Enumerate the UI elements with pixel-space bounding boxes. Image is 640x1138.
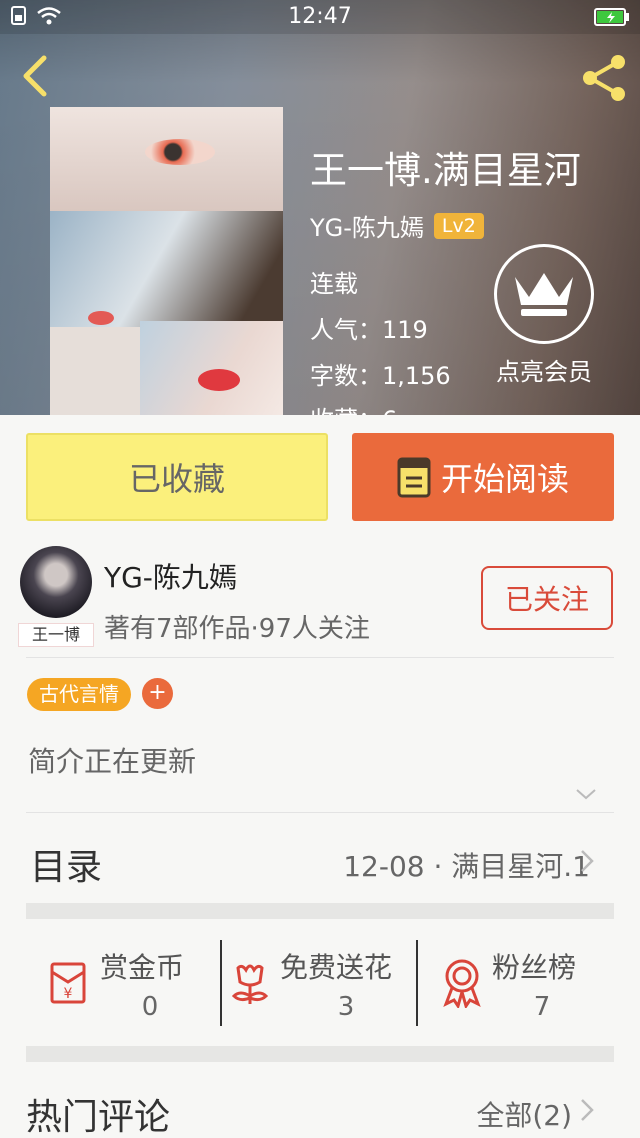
- divider: [26, 657, 614, 658]
- author-summary: 著有7部作品·97人关注: [104, 614, 370, 644]
- book-author-row[interactable]: YG-陈九嫣 Lv2: [310, 208, 484, 243]
- crown-icon: [515, 273, 573, 316]
- favorite-button[interactable]: 已收藏: [26, 433, 328, 521]
- start-reading-label: 开始阅读: [440, 460, 569, 498]
- stat-value: 0: [141, 992, 159, 1022]
- stat-label: 赏金币: [100, 951, 185, 984]
- book-author[interactable]: YG-陈九嫣: [310, 208, 424, 243]
- red-envelope-icon: ¥: [50, 962, 86, 1004]
- chevron-right-icon: [581, 850, 594, 872]
- avatar-tag: 王一博: [18, 623, 94, 647]
- book-icon: [397, 457, 431, 498]
- stat-free-flowers[interactable]: 免费送花 3: [226, 942, 416, 1028]
- stat-value: 3: [337, 992, 355, 1022]
- stat-label: 粉丝榜: [492, 951, 577, 984]
- stat-fan-ranking[interactable]: 粉丝榜 7: [438, 942, 614, 1028]
- author-avatar[interactable]: [20, 546, 92, 618]
- book-intro: 简介正在更新: [28, 745, 197, 778]
- book-title: 王一博.满目星河: [310, 149, 581, 192]
- back-button[interactable]: [16, 54, 56, 98]
- status-bar: 12:47: [0, 0, 640, 34]
- stat-reward-coins[interactable]: ¥ 赏金币 0: [44, 942, 220, 1028]
- hot-comments-label: 热门评论: [26, 1097, 171, 1138]
- share-button[interactable]: [580, 52, 630, 102]
- toc-latest-chapter[interactable]: 12-08 · 满目星河.1: [343, 845, 590, 885]
- start-reading-button[interactable]: 开始阅读: [352, 433, 614, 521]
- genre-tag[interactable]: 古代言情: [27, 678, 131, 711]
- stat-value: 7: [533, 992, 551, 1022]
- chevron-down-icon: [576, 789, 596, 800]
- status-time: 12:47: [288, 4, 352, 29]
- chevron-right-icon: [581, 1099, 594, 1121]
- toc-label[interactable]: 目录: [30, 838, 102, 890]
- book-popularity: 人气：119: [310, 316, 428, 344]
- flower-icon: [231, 964, 269, 1004]
- svg-text:¥: ¥: [64, 986, 73, 1002]
- author-name[interactable]: YG-陈九嫣: [104, 556, 237, 596]
- follow-button[interactable]: 已关注: [481, 566, 613, 630]
- author-level-badge: Lv2: [433, 212, 484, 239]
- section-separator: [26, 1046, 614, 1062]
- comments-chevron[interactable]: [578, 1097, 596, 1127]
- vip-button[interactable]: 点亮会员: [490, 244, 598, 387]
- book-word-count: 字数：1,156: [310, 362, 451, 390]
- book-cover: [50, 107, 283, 415]
- stat-label: 免费送花: [280, 951, 393, 984]
- back-arrow-icon: [23, 55, 47, 97]
- share-icon: [583, 55, 625, 101]
- medal-icon: [443, 959, 481, 1008]
- book-status: 连载: [310, 270, 358, 298]
- add-tag-button[interactable]: +: [142, 678, 173, 709]
- all-comments-link[interactable]: 全部(2): [476, 1094, 572, 1134]
- stat-separator: [416, 940, 418, 1026]
- vip-label: 点亮会员: [496, 358, 592, 386]
- book-favorites: 收藏：6: [310, 400, 397, 415]
- expand-intro-button[interactable]: [574, 786, 598, 806]
- toc-chevron[interactable]: [578, 848, 596, 878]
- battery-icon: [594, 8, 629, 26]
- stat-separator: [220, 940, 222, 1026]
- divider: [26, 812, 614, 813]
- section-separator: [26, 903, 614, 919]
